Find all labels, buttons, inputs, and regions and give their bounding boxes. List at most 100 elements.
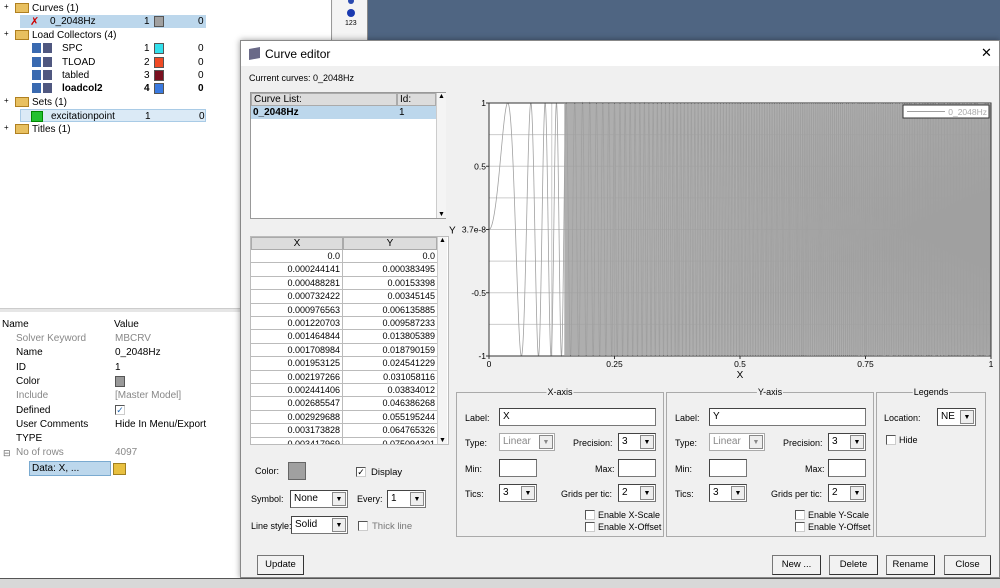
y-cell[interactable]: 0.075094301 [343, 438, 437, 444]
x-cell[interactable]: 0.001953125 [251, 357, 343, 371]
xy-row[interactable]: 0.003173828 0.064765326 [251, 424, 437, 438]
y-cell[interactable]: 0.055195244 [343, 411, 437, 424]
new-curve-button[interactable]: New ... [772, 555, 821, 575]
x-axis-type-select[interactable]: Linear ▼ [499, 433, 555, 451]
hide-legend-checkbox[interactable] [886, 435, 896, 445]
curve-list-header-id[interactable]: Id: [397, 93, 436, 106]
scroll-down-icon[interactable]: ▼ [438, 437, 447, 444]
numbering-icon[interactable]: 123 [345, 20, 357, 27]
symbol-select[interactable]: None ▼ [290, 490, 348, 508]
y-cell[interactable]: 0.00153398 [343, 277, 437, 290]
expand-icon[interactable]: + [4, 29, 9, 38]
y-max-input[interactable] [828, 459, 866, 477]
x-cell[interactable]: 0.000732422 [251, 290, 343, 304]
y-cell[interactable]: 0.000383495 [343, 263, 437, 276]
x-cell[interactable]: 0.003173828 [251, 424, 343, 438]
data-cell[interactable]: Data: X, ... [29, 461, 111, 476]
color-swatch[interactable] [154, 43, 164, 54]
xy-header-x[interactable]: X [251, 237, 343, 250]
x-cell[interactable]: 0.001708984 [251, 343, 343, 357]
x-cell[interactable]: 0.000244141 [251, 263, 343, 277]
y-grids-select[interactable]: 2 ▼ [828, 484, 866, 502]
every-select[interactable]: 1 ▼ [387, 490, 426, 508]
xy-row[interactable]: 0.001464844 0.013805389 [251, 330, 437, 344]
y-cell[interactable]: 0.03834012 [343, 384, 437, 397]
y-cell[interactable]: 0.064765326 [343, 424, 437, 437]
close-icon[interactable]: ✕ [981, 45, 992, 61]
xy-row[interactable]: 0.003417969 0.075094301 [251, 437, 437, 444]
x-cell[interactable]: 0.002929688 [251, 410, 343, 424]
tree-item[interactable]: tabled 3 0 [20, 69, 206, 82]
info-icon[interactable] [348, 0, 354, 4]
xy-row[interactable]: 0.001953125 0.024541229 [251, 357, 437, 371]
y-tics-select[interactable]: 3 ▼ [709, 484, 747, 502]
curve-list-header-name[interactable]: Curve List: [251, 93, 397, 106]
y-axis-label-input[interactable]: Y [709, 408, 866, 426]
table-edit-icon[interactable] [113, 463, 126, 475]
location-select[interactable]: NE ▼ [937, 408, 976, 426]
x-offset-checkbox[interactable] [585, 522, 595, 532]
tree-item[interactable]: TLOAD 2 0 [20, 56, 206, 69]
curve-list[interactable]: Curve List: Id: 0_2048Hz 1 ▲ ▼ [250, 92, 446, 219]
rename-curve-button[interactable]: Rename [886, 555, 935, 575]
x-cell[interactable]: 0.001220703 [251, 317, 343, 330]
defined-checkbox[interactable]: ✓ [115, 404, 125, 415]
x-cell[interactable]: 0.002441406 [251, 384, 343, 397]
y-axis-type-select[interactable]: Linear ▼ [709, 433, 765, 451]
xy-row[interactable]: 0.002685547 0.046386268 [251, 397, 437, 411]
collapse-icon[interactable]: ⊟ [3, 448, 11, 459]
color-swatch[interactable] [154, 70, 164, 81]
delete-curve-button[interactable]: Delete [829, 555, 878, 575]
xy-row[interactable]: 0.000244141 0.000383495 [251, 263, 437, 277]
y-cell[interactable]: 0.046386268 [343, 397, 437, 410]
expand-icon[interactable]: + [4, 123, 9, 132]
color-swatch[interactable] [154, 83, 164, 94]
y-cell[interactable]: 0.031058116 [343, 371, 437, 384]
x-axis-label-input[interactable]: X [499, 408, 656, 426]
color-swatch[interactable] [115, 375, 125, 387]
y-cell[interactable]: 0.0 [343, 250, 437, 263]
y-cell[interactable]: 0.006135885 [343, 304, 437, 317]
xy-row[interactable]: 0.002441406 0.03834012 [251, 384, 437, 398]
expand-icon[interactable]: + [4, 96, 9, 105]
x-max-input[interactable] [618, 459, 656, 477]
xy-row[interactable]: 0.001708984 0.018790159 [251, 343, 437, 358]
tree-item[interactable]: loadcol2 4 0 [20, 82, 206, 95]
curve-plot[interactable]: 1 0.5 3.7e-8 -0.5 -10 0.25 0.5 0.75 1 X Y 0_2048Hz [441, 96, 1000, 386]
xy-row[interactable]: 0.000488281 0.00153398 [251, 276, 437, 291]
display-checkbox[interactable]: ✓ [356, 467, 366, 477]
y-cell[interactable]: 0.009587233 [343, 317, 437, 330]
x-min-input[interactable] [499, 459, 537, 477]
xy-row[interactable]: 0.001220703 0.009587233 [251, 317, 437, 331]
close-button[interactable]: Close [944, 555, 991, 575]
x-cell[interactable]: 0.001464844 [251, 330, 343, 344]
info-icon[interactable] [347, 9, 355, 17]
x-scale-checkbox[interactable] [585, 510, 595, 520]
x-cell[interactable]: 0.0 [251, 250, 343, 263]
xy-row[interactable]: 0.0 0.0 [251, 250, 437, 264]
xy-data-table[interactable]: X Y 0.0 0.0 0.000244141 0.000383495 0.000488… [250, 236, 449, 445]
x-cell[interactable]: 0.002197266 [251, 370, 343, 384]
expand-icon[interactable]: + [4, 2, 9, 11]
thick-line-checkbox[interactable] [358, 521, 368, 531]
tree-item[interactable]: ✗ 0_2048Hz 1 0 [20, 15, 206, 28]
x-cell[interactable]: 0.002685547 [251, 397, 343, 411]
x-precision-select[interactable]: 3 ▼ [618, 433, 656, 451]
color-swatch[interactable] [154, 16, 164, 27]
xy-row[interactable]: 0.002197266 0.031058116 [251, 370, 437, 384]
y-scale-checkbox[interactable] [795, 510, 805, 520]
xy-row[interactable]: 0.000732422 0.00345145 [251, 290, 437, 304]
y-offset-checkbox[interactable] [795, 522, 805, 532]
line-style-select[interactable]: Solid ▼ [291, 516, 348, 534]
curve-color-swatch[interactable] [288, 462, 306, 480]
x-cell[interactable]: 0.000488281 [251, 276, 343, 290]
update-button[interactable]: Update [257, 555, 304, 575]
y-cell[interactable]: 0.013805389 [343, 330, 437, 343]
tree-item[interactable]: SPC 1 0 [20, 42, 206, 55]
xy-row[interactable]: 0.000976563 0.006135885 [251, 303, 437, 317]
tree-item[interactable]: excitationpoint 1 0 [20, 109, 206, 122]
color-swatch[interactable] [154, 57, 164, 68]
y-precision-select[interactable]: 3 ▼ [828, 433, 866, 451]
y-cell[interactable]: 0.00345145 [343, 290, 437, 303]
graphics-area[interactable] [368, 0, 1000, 40]
